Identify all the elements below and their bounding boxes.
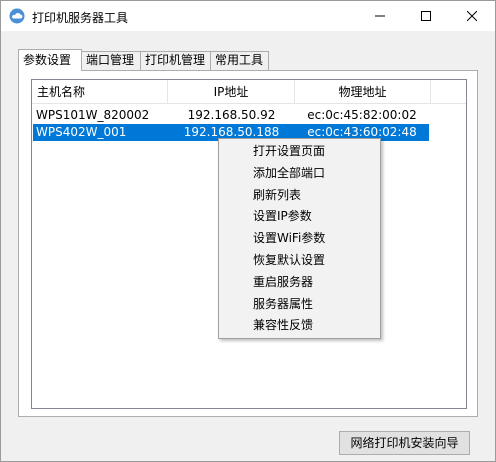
app-window: 打印机服务器工具 参数设置 端口管理 打印机管理 常用工具 主机名称 IP地址 … <box>0 0 496 462</box>
menu-item-set-wifi[interactable]: 设置WiFi参数 <box>219 228 380 250</box>
menu-item-restore-defaults[interactable]: 恢复默认设置 <box>219 250 380 272</box>
menu-item-open-settings-page[interactable]: 打开设置页面 <box>219 141 380 163</box>
close-button[interactable] <box>449 1 495 31</box>
menu-item-server-properties[interactable]: 服务器属性 <box>219 294 380 316</box>
ip-address-cell: 192.168.50.92 <box>187 108 276 122</box>
menu-item-restart-server[interactable]: 重启服务器 <box>219 272 380 294</box>
tab-common-tools[interactable]: 常用工具 <box>210 51 269 70</box>
context-menu: 打开设置页面 添加全部端口 刷新列表 设置IP参数 设置WiFi参数 恢复默认设… <box>218 138 381 339</box>
tab-parameter-settings[interactable]: 参数设置 <box>18 49 82 71</box>
table-row[interactable]: WPS101W_820002 192.168.50.92 ec:0c:45:82… <box>33 107 429 124</box>
tab-port-management[interactable]: 端口管理 <box>81 51 141 70</box>
menu-item-refresh-list[interactable]: 刷新列表 <box>219 185 380 207</box>
install-wizard-button[interactable]: 网络打印机安装向导 <box>339 431 470 455</box>
menu-item-compatibility-feedback[interactable]: 兼容性反馈 <box>219 315 380 337</box>
minimize-icon <box>375 15 385 17</box>
title-bar[interactable]: 打印机服务器工具 <box>1 1 495 31</box>
minimize-button[interactable] <box>357 1 403 31</box>
mac-address-cell: ec:0c:45:82:00:02 <box>307 108 417 122</box>
column-header-ip[interactable]: IP地址 <box>168 80 295 104</box>
cloud-icon <box>9 8 25 24</box>
list-header: 主机名称 IP地址 物理地址 <box>32 80 466 104</box>
host-name-cell: WPS101W_820002 <box>36 108 150 122</box>
tab-printer-management[interactable]: 打印机管理 <box>140 51 211 70</box>
maximize-button[interactable] <box>403 1 449 31</box>
column-header-host[interactable]: 主机名称 <box>32 80 168 104</box>
column-header-mac[interactable]: 物理地址 <box>295 80 431 104</box>
maximize-icon <box>421 11 431 21</box>
window-title: 打印机服务器工具 <box>32 11 129 25</box>
menu-item-set-ip[interactable]: 设置IP参数 <box>219 206 380 228</box>
close-icon <box>467 11 477 21</box>
host-name-cell: WPS402W_001 <box>36 125 127 139</box>
menu-item-add-all-ports[interactable]: 添加全部端口 <box>219 163 380 185</box>
